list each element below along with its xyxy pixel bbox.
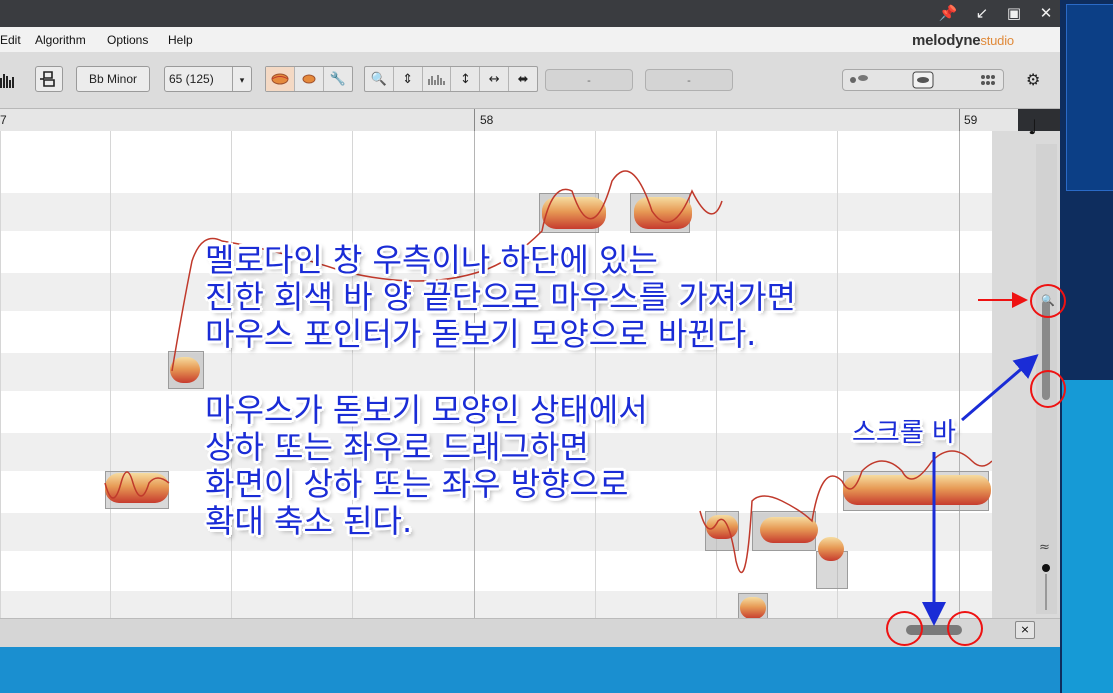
annotation-arrows — [922, 292, 1039, 626]
blue-arrow — [961, 354, 1039, 422]
